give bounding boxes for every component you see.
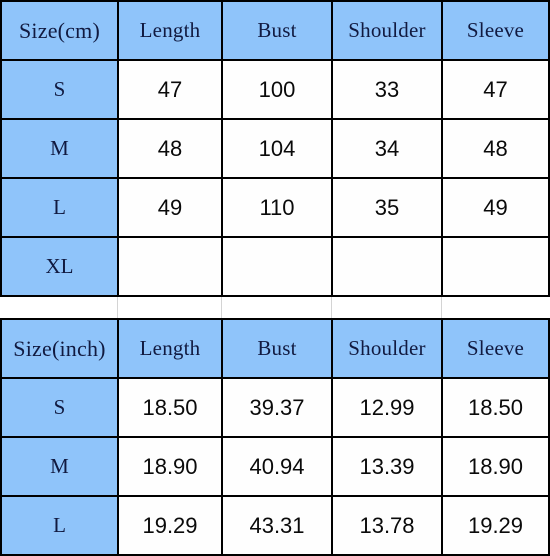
cm-row-l-size: L — [0, 177, 119, 238]
size-chart-cm-table: Size(cm) Length Bust Shoulder Sleeve S 4… — [0, 0, 550, 297]
cm-header-length: Length — [117, 0, 223, 61]
cm-row-s-bust: 100 — [221, 59, 333, 120]
inch-row-s-length: 18.50 — [117, 377, 223, 438]
inch-header-length: Length — [117, 318, 223, 379]
cm-row-l-sleeve: 49 — [441, 177, 550, 238]
cm-row-xl-sleeve — [441, 236, 550, 297]
inch-header-sleeve: Sleeve — [441, 318, 550, 379]
cm-row-m-bust: 104 — [221, 118, 333, 179]
cm-row-m-sleeve: 48 — [441, 118, 550, 179]
size-chart-inch-table: Size(inch) Length Bust Shoulder Sleeve S… — [0, 318, 550, 556]
inch-header-bust: Bust — [221, 318, 333, 379]
gutter-separator — [117, 297, 118, 318]
inch-row-m-length: 18.90 — [117, 436, 223, 497]
inch-row-s-sleeve: 18.50 — [441, 377, 550, 438]
inch-header-shoulder: Shoulder — [331, 318, 443, 379]
table-row: S 18.50 39.37 12.99 18.50 — [0, 377, 550, 438]
gutter-separator — [441, 297, 442, 318]
inch-header-size: Size(inch) — [0, 318, 119, 379]
inch-row-m-shoulder: 13.39 — [331, 436, 443, 497]
size-chart-sheet: Size(cm) Length Bust Shoulder Sleeve S 4… — [0, 0, 550, 556]
cm-row-s-sleeve: 47 — [441, 59, 550, 120]
cm-row-s-length: 47 — [117, 59, 223, 120]
cm-row-xl-length — [117, 236, 223, 297]
gutter-separator — [331, 297, 332, 318]
cm-header-sleeve: Sleeve — [441, 0, 550, 61]
table-row: S 47 100 33 47 — [0, 59, 550, 120]
cm-row-xl-bust — [221, 236, 333, 297]
cm-row-m-shoulder: 34 — [331, 118, 443, 179]
cm-row-l-shoulder: 35 — [331, 177, 443, 238]
inch-row-m-size: M — [0, 436, 119, 497]
table-row: L 19.29 43.31 13.78 19.29 — [0, 495, 550, 556]
table-row: L 49 110 35 49 — [0, 177, 550, 238]
table-row: M 48 104 34 48 — [0, 118, 550, 179]
inch-table-wrapper: Size(inch) Length Bust Shoulder Sleeve S… — [0, 318, 550, 556]
cm-table-header-row: Size(cm) Length Bust Shoulder Sleeve — [0, 0, 550, 61]
inch-row-s-shoulder: 12.99 — [331, 377, 443, 438]
cm-row-l-length: 49 — [117, 177, 223, 238]
table-gutter — [0, 297, 548, 318]
cm-table-wrapper: Size(cm) Length Bust Shoulder Sleeve S 4… — [0, 0, 550, 297]
inch-row-s-size: S — [0, 377, 119, 438]
cm-header-size: Size(cm) — [0, 0, 119, 61]
cm-row-s-shoulder: 33 — [331, 59, 443, 120]
table-row: XL — [0, 236, 550, 297]
gutter-separator — [221, 297, 222, 318]
cm-row-l-bust: 110 — [221, 177, 333, 238]
inch-table-header-row: Size(inch) Length Bust Shoulder Sleeve — [0, 318, 550, 379]
cm-header-shoulder: Shoulder — [331, 0, 443, 61]
inch-row-l-size: L — [0, 495, 119, 556]
cm-header-bust: Bust — [221, 0, 333, 61]
inch-row-m-bust: 40.94 — [221, 436, 333, 497]
inch-row-l-shoulder: 13.78 — [331, 495, 443, 556]
inch-row-l-sleeve: 19.29 — [441, 495, 550, 556]
inch-row-m-sleeve: 18.90 — [441, 436, 550, 497]
cm-row-m-size: M — [0, 118, 119, 179]
cm-row-xl-shoulder — [331, 236, 443, 297]
cm-row-m-length: 48 — [117, 118, 223, 179]
cm-row-s-size: S — [0, 59, 119, 120]
table-row: M 18.90 40.94 13.39 18.90 — [0, 436, 550, 497]
inch-row-l-bust: 43.31 — [221, 495, 333, 556]
cm-row-xl-size: XL — [0, 236, 119, 297]
inch-row-s-bust: 39.37 — [221, 377, 333, 438]
inch-row-l-length: 19.29 — [117, 495, 223, 556]
